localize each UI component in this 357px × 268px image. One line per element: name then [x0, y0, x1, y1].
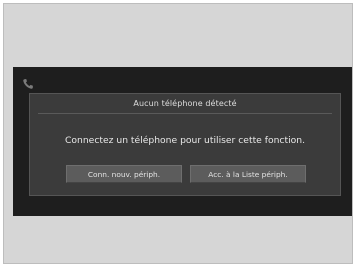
no-phone-dialog: Aucun téléphone détecté Connectez un tél… — [29, 93, 341, 196]
display-screen: Aucun téléphone détecté Connectez un tél… — [13, 67, 352, 216]
dialog-message: Connectez un téléphone pour utiliser cet… — [64, 135, 305, 146]
device-list-button[interactable]: Acc. à la Liste périph. — [190, 165, 306, 183]
figure-frame: Aucun téléphone détecté Connectez un tél… — [3, 3, 353, 264]
dialog-title: Aucun téléphone détecté — [133, 99, 237, 108]
connect-new-device-button[interactable]: Conn. nouv. périph. — [66, 165, 182, 183]
title-divider — [38, 113, 332, 114]
phone-icon — [22, 75, 34, 89]
